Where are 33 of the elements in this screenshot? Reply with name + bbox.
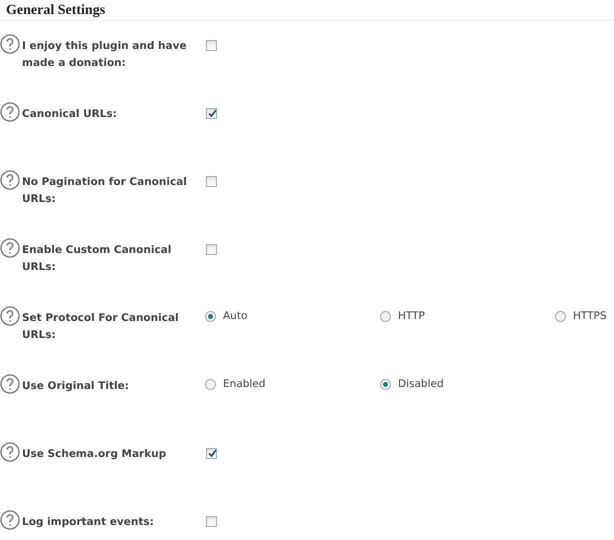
option-label: Auto bbox=[223, 310, 248, 323]
checkbox[interactable] bbox=[206, 244, 217, 255]
setting-label: Log important events: bbox=[22, 515, 155, 530]
setting-label: Set Protocol For Canonical URLs: bbox=[22, 311, 180, 343]
option-label: HTTPS bbox=[573, 310, 607, 323]
help-icon[interactable] bbox=[0, 34, 20, 54]
section-title: General Settings bbox=[0, 0, 614, 21]
checkbox[interactable] bbox=[206, 108, 217, 119]
option-label: Enabled bbox=[223, 378, 266, 391]
setting-label: No Pagination for Canonical URLs: bbox=[22, 175, 188, 207]
option-label: Disabled bbox=[398, 378, 444, 391]
setting-label: Canonical URLs: bbox=[22, 107, 118, 122]
help-icon[interactable] bbox=[0, 238, 20, 258]
option-label: HTTP bbox=[398, 310, 425, 323]
setting-label: I enjoy this plugin and have made a donation: bbox=[22, 39, 188, 71]
help-icon[interactable] bbox=[0, 102, 20, 122]
help-icon[interactable] bbox=[0, 442, 20, 462]
help-icon[interactable] bbox=[0, 170, 20, 190]
radio-button[interactable] bbox=[555, 311, 566, 322]
setting-label: Enable Custom Canonical URLs: bbox=[22, 243, 172, 275]
checkbox[interactable] bbox=[206, 40, 217, 51]
help-icon[interactable] bbox=[0, 510, 20, 530]
radio-button[interactable] bbox=[205, 311, 216, 322]
setting-label: Use Original Title: bbox=[22, 379, 130, 394]
radio-button[interactable] bbox=[380, 379, 391, 390]
help-icon[interactable] bbox=[0, 374, 20, 394]
checkbox[interactable] bbox=[206, 448, 217, 459]
checkbox[interactable] bbox=[206, 176, 217, 187]
help-icon[interactable] bbox=[0, 306, 20, 326]
radio-button[interactable] bbox=[205, 379, 216, 390]
setting-label: Use Schema.org Markup bbox=[22, 447, 168, 462]
checkbox[interactable] bbox=[206, 516, 217, 527]
radio-button[interactable] bbox=[380, 311, 391, 322]
